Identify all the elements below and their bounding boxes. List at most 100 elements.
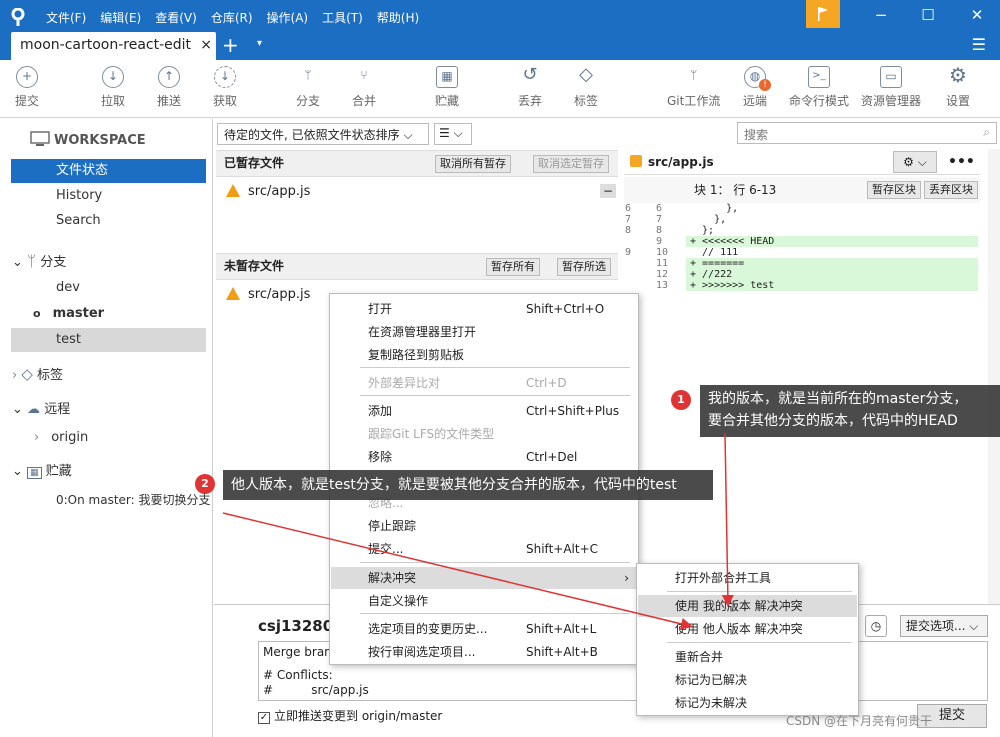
- menu-help[interactable]: 帮助(H): [377, 9, 419, 26]
- submenu-item[interactable]: 使用 我的版本 解决冲突: [638, 595, 857, 617]
- old-line-number: 9: [625, 247, 632, 258]
- clock-icon[interactable]: ◷: [865, 615, 887, 637]
- toolbar-discard-button[interactable]: ↺ 丢弃: [518, 66, 542, 109]
- close-tab-icon[interactable]: ×: [200, 32, 212, 58]
- submenu-item[interactable]: 打开外部合并工具: [638, 567, 857, 589]
- sidebar-section-branches[interactable]: ⌄ ᛘ 分支: [0, 249, 213, 273]
- sidebar-item-branch-test[interactable]: test: [11, 328, 206, 352]
- menu-item-shortcut: Shift+Alt+L: [526, 622, 597, 636]
- chevron-down-icon: ⌄: [12, 402, 23, 417]
- scrollbar[interactable]: [988, 149, 1000, 604]
- tab-repository[interactable]: moon-cartoon-react-edit ×: [11, 32, 216, 60]
- sidebar-item-search[interactable]: Search: [0, 209, 213, 233]
- toolbar-label: 设置: [946, 94, 971, 108]
- callout-text: 我的版本，就是当前所在的master分支，: [708, 391, 968, 407]
- sidebar-section-remotes[interactable]: ⌄ ☁ 远程: [0, 398, 213, 422]
- toolbar-explorer-button[interactable]: ▭ 资源管理器: [861, 66, 921, 109]
- remotes-title: 远程: [44, 402, 71, 417]
- submenu-item[interactable]: 使用 他人版本 解决冲突: [638, 618, 857, 640]
- toolbar-merge-button[interactable]: ⑂ 合并: [352, 66, 376, 109]
- unstage-selected-button[interactable]: 取消选定暂存: [533, 155, 609, 173]
- sidebar-item-remote-origin[interactable]: › origin: [0, 426, 213, 450]
- context-menu-item[interactable]: 选定项目的变更历史... Shift+Alt+L: [331, 618, 637, 640]
- minimize-button[interactable]: −: [866, 4, 896, 26]
- menu-item-shortcut: Shift+Alt+B: [526, 645, 598, 659]
- remote-label: origin: [51, 430, 89, 445]
- context-menu-item[interactable]: 解决冲突 ›: [331, 567, 637, 589]
- menu-repository[interactable]: 仓库(R): [211, 9, 253, 26]
- close-window-button[interactable]: ✕: [962, 4, 992, 26]
- chevron-down-icon: ⌄: [12, 464, 23, 479]
- toolbar-branch-button[interactable]: ᛘ 分支: [296, 66, 320, 109]
- menu-item-label: 移除: [368, 450, 393, 464]
- more-options-icon[interactable]: •••: [948, 149, 975, 175]
- menu-tools[interactable]: 工具(T): [322, 9, 363, 26]
- gitflow-icon: ᛘ: [690, 68, 698, 82]
- unstage-file-button[interactable]: −: [600, 184, 616, 198]
- context-menu-item[interactable]: 按行审阅选定项目... Shift+Alt+B: [331, 641, 637, 663]
- sidebar-item-history[interactable]: History: [0, 184, 213, 208]
- toolbar-terminal-button[interactable]: >_ 命令行模式: [789, 66, 849, 109]
- menu-item-label: 外部差异比对: [368, 376, 441, 390]
- menu-edit[interactable]: 编辑(E): [100, 9, 141, 26]
- toolbar-pull-button[interactable]: ↓ 拉取: [101, 66, 125, 109]
- new-tab-button[interactable]: +: [222, 32, 239, 58]
- context-menu-item[interactable]: 添加 Ctrl+Shift+Plus: [331, 400, 637, 422]
- toolbar-remote-button[interactable]: ◍! 远端: [743, 66, 771, 109]
- sidebar-item-branch-master[interactable]: o master: [0, 302, 213, 326]
- diff-line: 13 + >>>>>>> test: [624, 280, 980, 291]
- submenu-item[interactable]: 标记为已解决: [638, 669, 857, 691]
- toolbar-gitflow-button[interactable]: ᛘ Git工作流: [667, 66, 720, 109]
- toolbar-fetch-button[interactable]: ↓ 获取: [213, 66, 237, 109]
- stage-selected-button[interactable]: 暂存所选: [557, 258, 611, 276]
- stage-all-button[interactable]: 暂存所有: [486, 258, 540, 276]
- context-menu-item[interactable]: 复制路径到剪贴板: [331, 344, 637, 366]
- sidebar-item-stash[interactable]: 0:On master: 我要切换分支: [0, 488, 213, 512]
- context-menu-item[interactable]: 移除 Ctrl+Del: [331, 446, 637, 468]
- flag-button[interactable]: [806, 0, 840, 28]
- staged-file-row[interactable]: src/app.js: [226, 182, 310, 202]
- diff-options-button[interactable]: ⚙ ⌵: [893, 151, 937, 173]
- context-menu-item[interactable]: 自定义操作: [331, 590, 637, 612]
- toolbar-push-button[interactable]: ↑ 推送: [157, 66, 181, 109]
- arrow-down-icon: ↓: [102, 66, 124, 88]
- sidebar-section-stashes[interactable]: ⌄ ▦ 贮藏: [0, 460, 213, 484]
- view-mode-dropdown[interactable]: ☰ ⌵: [434, 123, 472, 145]
- push-immediately-checkbox[interactable]: ✓ 立即推送变更到 origin/master: [258, 707, 442, 724]
- submenu-item[interactable]: 重新合并: [638, 646, 857, 668]
- context-menu-item[interactable]: 停止跟踪: [331, 515, 637, 537]
- tab-list-dropdown[interactable]: ▾: [257, 38, 262, 49]
- maximize-button[interactable]: ☐: [913, 4, 943, 26]
- search-input[interactable]: 搜索 ⌕: [737, 122, 997, 144]
- menu-item-label: 添加: [368, 404, 393, 418]
- sidebar-section-tags[interactable]: › ◇ 标签: [0, 362, 213, 386]
- toolbar-tag-button[interactable]: ◇ 标签: [574, 66, 598, 109]
- commit-options-dropdown[interactable]: 提交选项... ⌵: [900, 615, 988, 637]
- sidebar-item-branch-dev[interactable]: dev: [0, 276, 213, 300]
- file-filter-dropdown[interactable]: 待定的文件, 已依照文件状态排序 ⌵: [217, 123, 429, 145]
- sidebar-item-file-status[interactable]: 文件状态: [11, 159, 206, 183]
- menu-separator: [360, 367, 630, 368]
- toolbar-commit-button[interactable]: + 提交: [15, 66, 39, 109]
- stage-hunk-button[interactable]: 暂存区块: [867, 181, 921, 199]
- unstage-all-button[interactable]: 取消所有暂存: [435, 155, 511, 173]
- menu-file[interactable]: 文件(F): [46, 9, 86, 26]
- context-menu-item[interactable]: 在资源管理器里打开: [331, 321, 637, 343]
- menu-actions[interactable]: 操作(A): [267, 9, 309, 26]
- search-icon: ⌕: [983, 125, 990, 139]
- context-menu-item[interactable]: 提交... Shift+Alt+C: [331, 538, 637, 560]
- menu-item-label: 跟踪Git LFS的文件类型: [368, 427, 495, 441]
- hamburger-menu-icon[interactable]: ☰: [972, 35, 986, 54]
- submenu-item[interactable]: 标记为未解决: [638, 692, 857, 714]
- menu-view[interactable]: 查看(V): [155, 9, 197, 26]
- chevron-down-icon: ⌄: [12, 255, 23, 270]
- toolbar-settings-button[interactable]: ⚙ 设置: [946, 65, 971, 109]
- unstaged-file-row[interactable]: src/app.js: [226, 285, 310, 305]
- context-menu-item[interactable]: 打开 Shift+Ctrl+O: [331, 298, 637, 320]
- search-placeholder: 搜索: [744, 128, 769, 142]
- branch-icon: ᛘ: [304, 68, 312, 82]
- terminal-icon: >_: [808, 66, 830, 88]
- diff-line-text: + >>>>>>> test: [686, 280, 978, 291]
- toolbar-stash-button[interactable]: ▦ 贮藏: [435, 66, 459, 109]
- discard-hunk-button[interactable]: 丢弃区块: [924, 181, 978, 199]
